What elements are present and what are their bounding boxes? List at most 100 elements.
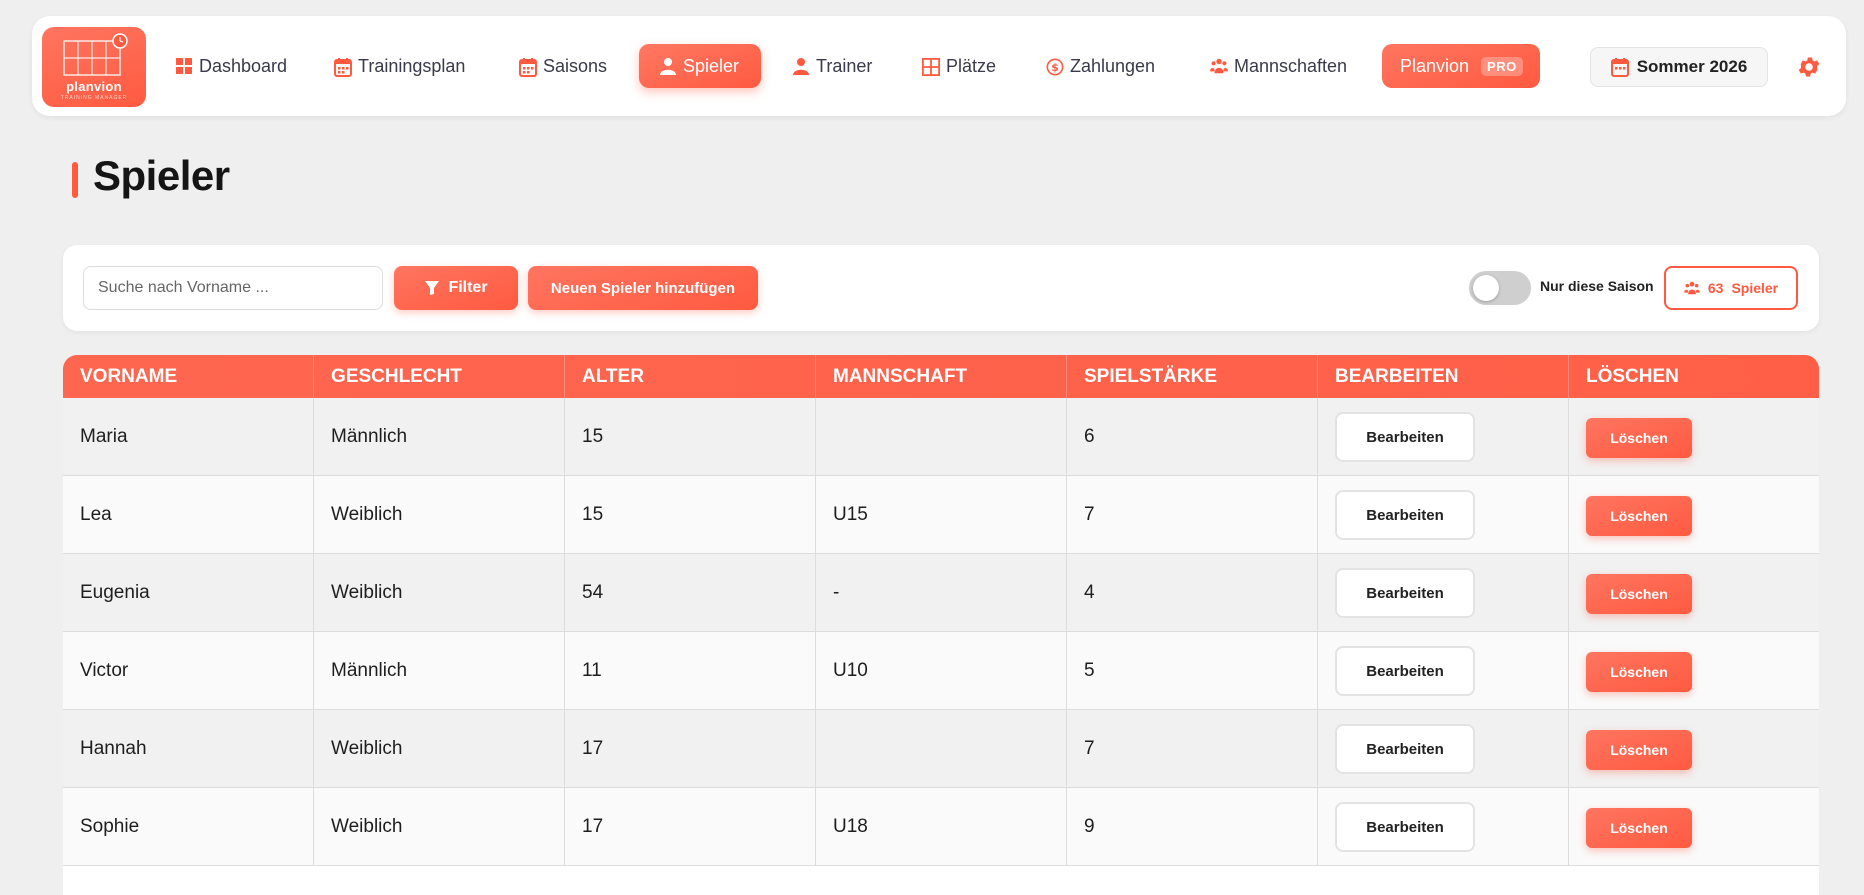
cell-vorname: Lea bbox=[63, 476, 314, 553]
delete-button[interactable]: Löschen bbox=[1586, 808, 1692, 848]
cell-loeschen: Löschen bbox=[1569, 398, 1819, 475]
delete-button[interactable]: Löschen bbox=[1586, 652, 1692, 692]
user-icon bbox=[792, 57, 810, 75]
pro-label: Planvion bbox=[1400, 55, 1470, 76]
court-icon bbox=[922, 57, 940, 76]
edit-button[interactable]: Bearbeiten bbox=[1335, 724, 1475, 774]
cell-spielstaerke: 7 bbox=[1067, 476, 1318, 553]
cell-alter: 15 bbox=[565, 476, 816, 553]
cell-loeschen: Löschen bbox=[1569, 476, 1819, 553]
pro-badge: PRO bbox=[1481, 56, 1523, 76]
table-row: Victor Männlich 11 U10 5 Bearbeiten Löschen bbox=[63, 632, 1819, 710]
nav-label: Saisons bbox=[543, 55, 608, 76]
player-count-label: Spieler bbox=[1731, 280, 1779, 296]
cell-mannschaft: U18 bbox=[816, 788, 1067, 865]
cell-vorname: Sophie bbox=[63, 788, 314, 865]
edit-button[interactable]: Bearbeiten bbox=[1335, 646, 1475, 696]
cell-mannschaft: U10 bbox=[816, 632, 1067, 709]
cell-geschlecht: Weiblich bbox=[314, 554, 565, 631]
nav-item-zahlungen[interactable]: $ Zahlungen bbox=[1036, 44, 1165, 88]
cell-alter: 17 bbox=[565, 788, 816, 865]
cell-mannschaft: - bbox=[816, 554, 1067, 631]
nav-item-dashboard[interactable]: Dashboard bbox=[165, 44, 297, 88]
page-title: Spieler bbox=[93, 152, 230, 199]
delete-button[interactable]: Löschen bbox=[1586, 418, 1692, 458]
cell-geschlecht: Weiblich bbox=[314, 788, 565, 865]
cell-mannschaft bbox=[816, 710, 1067, 787]
cell-geschlecht: Männlich bbox=[314, 632, 565, 709]
table-row: Hannah Weiblich 17 7 Bearbeiten Löschen bbox=[63, 710, 1819, 788]
nav-label: Plätze bbox=[946, 55, 997, 76]
calendar-icon bbox=[1610, 57, 1629, 77]
nav-label: Zahlungen bbox=[1070, 55, 1156, 76]
nav-item-mannschaften[interactable]: Mannschaften bbox=[1200, 44, 1357, 88]
title-accent-bar bbox=[72, 162, 78, 198]
svg-text:$: $ bbox=[1051, 61, 1059, 74]
delete-button[interactable]: Löschen bbox=[1586, 730, 1692, 770]
cell-geschlecht: Weiblich bbox=[314, 710, 565, 787]
add-label: Neuen Spieler hinzufügen bbox=[550, 279, 736, 297]
cell-alter: 11 bbox=[565, 632, 816, 709]
cell-spielstaerke: 5 bbox=[1067, 632, 1318, 709]
search-input[interactable] bbox=[83, 266, 383, 310]
column-header-mannschaft[interactable]: MANNSCHAFT bbox=[816, 355, 1067, 398]
nav-item-trainer[interactable]: Trainer bbox=[782, 44, 882, 88]
cell-bearbeiten: Bearbeiten bbox=[1318, 788, 1569, 865]
calendar-icon bbox=[519, 57, 537, 77]
cell-spielstaerke: 7 bbox=[1067, 710, 1318, 787]
season-only-toggle[interactable] bbox=[1469, 271, 1531, 305]
filter-button[interactable]: Filter bbox=[394, 266, 518, 310]
nav-label: Trainingsplan bbox=[358, 55, 466, 76]
season-selector[interactable]: Sommer 2026 bbox=[1590, 47, 1768, 87]
column-header-spielstaerke[interactable]: SPIELSTÄRKE bbox=[1067, 355, 1318, 398]
column-header-geschlecht[interactable]: GESCHLECHT bbox=[314, 355, 565, 398]
edit-button[interactable]: Bearbeiten bbox=[1335, 568, 1475, 618]
nav-label: Spieler bbox=[683, 55, 740, 76]
calendar-icon bbox=[334, 57, 352, 77]
player-count: 63 bbox=[1707, 280, 1724, 296]
toggle-label: Nur diese Saison bbox=[1540, 278, 1654, 294]
grid-icon bbox=[175, 57, 193, 75]
nav-item-saisons[interactable]: Saisons bbox=[509, 44, 617, 88]
edit-button[interactable]: Bearbeiten bbox=[1335, 490, 1475, 540]
gear-icon[interactable] bbox=[1796, 54, 1822, 80]
cell-loeschen: Löschen bbox=[1569, 710, 1819, 787]
nav-label: Mannschaften bbox=[1234, 55, 1348, 76]
nav-item-trainingsplan[interactable]: Trainingsplan bbox=[324, 44, 475, 88]
table-header: VORNAME GESCHLECHT ALTER MANNSCHAFT SPIE… bbox=[63, 355, 1819, 398]
cell-bearbeiten: Bearbeiten bbox=[1318, 710, 1569, 787]
cell-mannschaft: U15 bbox=[816, 476, 1067, 553]
add-player-button[interactable]: Neuen Spieler hinzufügen bbox=[528, 266, 758, 310]
cell-geschlecht: Männlich bbox=[314, 398, 565, 475]
team-icon bbox=[1684, 281, 1700, 295]
cell-alter: 15 bbox=[565, 398, 816, 475]
table-row: Maria Männlich 15 6 Bearbeiten Löschen bbox=[63, 398, 1819, 476]
cell-geschlecht: Weiblich bbox=[314, 476, 565, 553]
cell-bearbeiten: Bearbeiten bbox=[1318, 398, 1569, 475]
cell-loeschen: Löschen bbox=[1569, 788, 1819, 865]
table-row: Sophie Weiblich 17 U18 9 Bearbeiten Löschen bbox=[63, 788, 1819, 866]
nav-item-plaetze[interactable]: Plätze bbox=[912, 44, 1006, 88]
delete-button[interactable]: Löschen bbox=[1586, 496, 1692, 536]
cell-bearbeiten: Bearbeiten bbox=[1318, 476, 1569, 553]
dollar-icon: $ bbox=[1046, 57, 1064, 76]
table-row: Lea Weiblich 15 U15 7 Bearbeiten Löschen bbox=[63, 476, 1819, 554]
edit-button[interactable]: Bearbeiten bbox=[1335, 802, 1475, 852]
cell-bearbeiten: Bearbeiten bbox=[1318, 632, 1569, 709]
delete-button[interactable]: Löschen bbox=[1586, 574, 1692, 614]
planvion-logo[interactable]: planvion TRAINING MANAGER bbox=[42, 27, 146, 107]
cell-bearbeiten: Bearbeiten bbox=[1318, 554, 1569, 631]
column-header-alter[interactable]: ALTER bbox=[565, 355, 816, 398]
cell-alter: 17 bbox=[565, 710, 816, 787]
user-icon bbox=[659, 57, 677, 75]
planvion-pro-button[interactable]: Planvion PRO bbox=[1382, 44, 1540, 88]
cell-vorname: Eugenia bbox=[63, 554, 314, 631]
nav-label: Dashboard bbox=[199, 55, 288, 76]
nav-item-spieler[interactable]: Spieler bbox=[639, 44, 761, 88]
player-count-badge: 63 Spieler bbox=[1664, 266, 1798, 310]
cell-spielstaerke: 9 bbox=[1067, 788, 1318, 865]
cell-loeschen: Löschen bbox=[1569, 554, 1819, 631]
toolbar: Filter Neuen Spieler hinzufügen Nur dies… bbox=[63, 245, 1819, 331]
column-header-vorname[interactable]: VORNAME bbox=[63, 355, 314, 398]
edit-button[interactable]: Bearbeiten bbox=[1335, 412, 1475, 462]
